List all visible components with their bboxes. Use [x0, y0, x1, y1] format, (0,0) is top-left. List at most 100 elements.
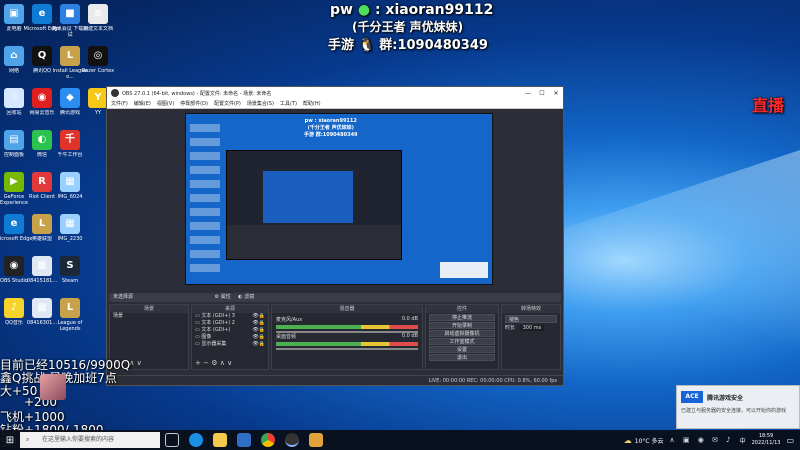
- control-button[interactable]: 工作室模式: [429, 338, 495, 345]
- desktop-app-icon: ▣: [4, 4, 24, 24]
- file-explorer-icon[interactable]: [213, 433, 227, 447]
- remove-icon[interactable]: −: [203, 359, 209, 367]
- weather-icon: ☁: [623, 435, 632, 445]
- scene-list-item[interactable]: 场景: [110, 313, 188, 320]
- obs-menu-item[interactable]: 停靠部件(D): [180, 100, 208, 107]
- visibility-lock-icon[interactable]: 👁🔒: [252, 313, 265, 320]
- mixer-channel: 麦克风/Aux 0.0 dB: [276, 316, 418, 333]
- overlay-line1: pw ● : xiaoran99112: [330, 2, 493, 18]
- visibility-lock-icon[interactable]: 👁🔒: [252, 334, 265, 341]
- gear-icon[interactable]: ⚙: [211, 359, 217, 367]
- desktop-icon[interactable]: ▦ IMG_6024: [50, 172, 90, 206]
- obs-window[interactable]: OBS 27.0.1 (64-bit, windows) - 配置文件: 未命名…: [106, 86, 564, 386]
- desktop-app-icon: S: [60, 256, 80, 276]
- down-icon[interactable]: ∨: [227, 359, 232, 367]
- desktop-app-icon: ◐: [32, 130, 52, 150]
- mixer-channel-name: 桌面音频: [276, 334, 297, 340]
- close-icon[interactable]: ✕: [549, 90, 563, 97]
- properties-button[interactable]: 属性: [221, 294, 231, 300]
- preview-desktop-icons: [190, 124, 220, 274]
- start-button-icon[interactable]: ⊞: [0, 430, 20, 450]
- source-list-item[interactable]: ▭ 文本 (GDI+) 3 👁🔒: [192, 313, 268, 320]
- volume-slider[interactable]: [276, 348, 418, 350]
- obs-titlebar[interactable]: OBS 27.0.1 (64-bit, windows) - 配置文件: 未命名…: [107, 87, 563, 99]
- mixer-panel: 混音器 麦克风/Aux 0.0 dB 桌面音频 0.0 dB: [271, 304, 423, 370]
- source-list-item[interactable]: ▭ 图像 👁🔒: [192, 334, 268, 341]
- controls-button-list: 停止推流 开始录制 启动虚拟摄像机 工作室模式 设置 退出: [426, 314, 498, 361]
- obs-taskbar-icon[interactable]: [285, 433, 299, 447]
- ime-indicator[interactable]: 中: [740, 436, 746, 445]
- obs-menu-item[interactable]: 编辑(E): [134, 100, 151, 107]
- desktop-app-icon: L: [60, 298, 80, 318]
- overlay-contact: : xiaoran99112: [374, 2, 494, 18]
- desktop-app-icon: ⌂: [4, 46, 24, 66]
- task-view-icon[interactable]: [165, 433, 179, 447]
- windows-store-icon[interactable]: [237, 433, 251, 447]
- game-security-notification[interactable]: ACE 腾讯游戏安全 已建立与服务器的安全连接，可以开始你的游戏: [676, 385, 800, 429]
- up-icon[interactable]: ∧: [220, 359, 225, 367]
- obs-menu-item[interactable]: 帮助(H): [303, 100, 321, 107]
- sources-header: 来源: [192, 305, 268, 313]
- filters-button[interactable]: 滤镜: [244, 294, 254, 300]
- gear-icon[interactable]: ⚙: [215, 294, 219, 300]
- obs-menu-item[interactable]: 文件(F): [111, 100, 128, 107]
- desktop-icon[interactable]: ◎ Razer Cortex: [78, 46, 118, 80]
- clock[interactable]: 18:59 2022/11/13: [752, 433, 781, 447]
- desktop-app-icon: ■: [60, 4, 80, 24]
- taskbar-search-input[interactable]: ⌕ 在这里输入你要搜索的内容: [20, 432, 160, 448]
- desktop-app-icon: Q: [32, 46, 52, 66]
- minimize-icon[interactable]: —: [521, 90, 535, 97]
- visibility-lock-icon[interactable]: 👁🔒: [252, 320, 265, 327]
- weather-text[interactable]: 10°C 多云: [635, 436, 664, 445]
- control-button[interactable]: 设置: [429, 346, 495, 353]
- desktop-icon-label: 新建文本文档: [82, 26, 113, 32]
- mixer-channel-list: 麦克风/Aux 0.0 dB 桌面音频 0.0 dB: [272, 316, 422, 350]
- desktop-app-icon: ▦: [60, 172, 80, 192]
- desktop-icon[interactable]: L League of Legends: [50, 298, 90, 332]
- desktop-app-icon: ♲: [4, 88, 24, 108]
- desktop-app-icon: ◎: [88, 46, 108, 66]
- wechat-icon: ●: [357, 2, 371, 18]
- notification-center-icon[interactable]: ▭: [786, 436, 794, 445]
- down-icon[interactable]: ∨: [137, 359, 142, 367]
- transition-select[interactable]: 褪色: [505, 315, 557, 323]
- desktop-app-icon: ▶: [4, 172, 24, 192]
- desktop-icon[interactable]: ≡ 新建文本文档: [78, 4, 118, 38]
- control-button[interactable]: 启动虚拟摄像机: [429, 330, 495, 337]
- obs-menu-item[interactable]: 视图(V): [157, 100, 174, 107]
- chrome-icon[interactable]: [261, 433, 275, 447]
- desktop-icon[interactable]: ▦ IMG_2230: [50, 214, 90, 248]
- volume-meter: [276, 325, 418, 329]
- desktop-icon-label: IMG_2230: [57, 236, 83, 242]
- control-button[interactable]: 停止推流: [429, 314, 495, 321]
- obs-menu-item[interactable]: 配置文件(P): [214, 100, 241, 107]
- obs-preview-canvas[interactable]: pw : xiaoran99112 (千分王者 声优妹妹) 手游 群:10904…: [185, 113, 493, 285]
- visibility-lock-icon[interactable]: 👁🔒: [252, 341, 265, 348]
- duration-input[interactable]: 300 ms: [519, 325, 545, 331]
- edge-icon[interactable]: [189, 433, 203, 447]
- visibility-lock-icon[interactable]: 👁🔒: [252, 327, 265, 334]
- control-button[interactable]: 退出: [429, 354, 495, 361]
- tray-icons[interactable]: ∧ ▣ ◉ ✉ ♪: [670, 436, 734, 444]
- source-name: 文本 (GDI+): [201, 327, 231, 333]
- obs-menu-item[interactable]: 工具(T): [280, 100, 297, 107]
- overlay-mobile-label: 手游: [328, 38, 355, 53]
- volume-meter: [276, 342, 418, 346]
- desktop-icon-label: IMG_6024: [57, 194, 83, 200]
- source-list-item[interactable]: ▭ 文本 (GDI+) 👁🔒: [192, 327, 268, 334]
- control-button[interactable]: 开始录制: [429, 322, 495, 329]
- desktop-icon-label: 千牛工作台: [57, 152, 83, 158]
- add-icon[interactable]: +: [195, 359, 201, 367]
- desktop-app-icon: ▦: [32, 256, 52, 276]
- desktop-icon[interactable]: S Steam: [50, 256, 90, 290]
- source-list-item[interactable]: ▭ 文本 (GDI+) 2 👁🔒: [192, 320, 268, 327]
- transitions-panel: 转场特效 褪色 时长 300 ms: [501, 304, 561, 370]
- maximize-icon[interactable]: ☐: [535, 90, 549, 97]
- filter-icon[interactable]: ◐: [238, 294, 242, 300]
- desktop-icon[interactable]: 千千牛工作台: [50, 130, 90, 164]
- obs-menu-item[interactable]: 场景集合(S): [247, 100, 274, 107]
- source-name: 显示器采集: [201, 341, 227, 347]
- volume-slider[interactable]: [276, 331, 418, 333]
- source-list-item[interactable]: ▭ 显示器采集 👁🔒: [192, 341, 268, 348]
- folder-icon[interactable]: [309, 433, 323, 447]
